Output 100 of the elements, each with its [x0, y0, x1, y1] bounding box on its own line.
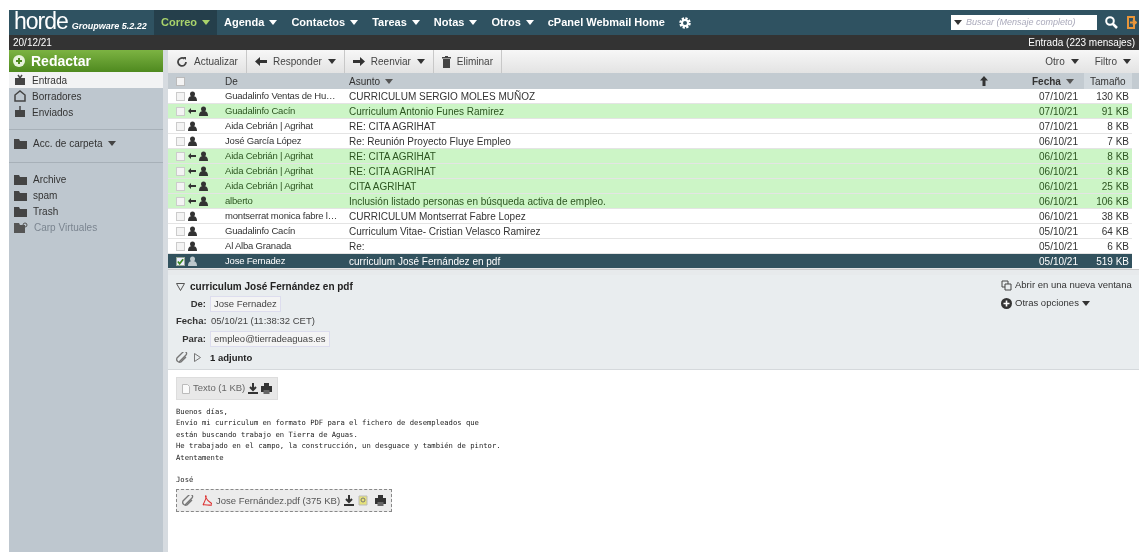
folder-actions-menu[interactable]: Acc. de carpeta: [9, 130, 163, 157]
date-cell-text: 07/10/21: [1038, 119, 1079, 134]
reply-arrow-icon: [188, 183, 196, 189]
message-row[interactable]: alberto Inclusión listado personas en búsqueda activa de empleo. 06/10/21 106 KB: [168, 194, 1132, 209]
attachment-bar: Jose Fernández.pdf (375 KB): [176, 489, 393, 513]
field-value: Jose Fernadez: [210, 296, 281, 313]
person-icon: [188, 241, 197, 251]
menu-tab[interactable]: Correo: [154, 10, 218, 35]
sender-cell-text: Jose Fernadez: [225, 253, 286, 268]
size-cell-text: 25 KB: [1100, 179, 1130, 194]
menu-tab[interactable]: Contactos: [284, 10, 366, 35]
reply-arrow-icon: [188, 153, 196, 159]
checkbox[interactable]: [176, 226, 185, 236]
checkbox[interactable]: [176, 136, 185, 146]
logout-icon: [1127, 16, 1137, 29]
message-row[interactable]: Guadalinfo Cacín Curriculum Vitae- Cristian Velasco Ramirez 05/10/21 64 KB: [168, 224, 1132, 239]
message-row[interactable]: Al Alba Granada Re: 05/10/21 6 KB: [168, 239, 1132, 254]
checkbox[interactable]: [176, 121, 185, 131]
mailbox-count: Entrada (223 mensajes): [1028, 36, 1135, 50]
folder-item[interactable]: Enviados: [9, 104, 163, 120]
checkbox[interactable]: [176, 181, 185, 191]
person-icon: [188, 256, 197, 266]
folder-item[interactable]: Archive: [9, 171, 163, 187]
menu-tab[interactable]: Tareas: [365, 10, 427, 35]
message-row[interactable]: Aida Cebrián | Agrihat RE: CITA AGRIHAT 06/10/21 8 KB: [168, 149, 1132, 164]
text-part-bar: Texto (1 KB): [176, 377, 279, 400]
dropdown-button[interactable]: Filtro: [1086, 50, 1139, 73]
date-cell-text: 06/10/21: [1038, 164, 1079, 179]
field-label: De:: [189, 297, 206, 311]
size-cell-text: 8 KB: [1106, 119, 1130, 134]
date-cell-text: 07/10/21: [1038, 89, 1079, 104]
outbox-icon: [14, 106, 26, 118]
message-row[interactable]: Aida Cebrián | Agrihat RE: CITA AGRIHAT 06/10/21 8 KB: [168, 164, 1132, 179]
field-value: empleo@tierradeaguas.es: [210, 330, 330, 347]
checkbox[interactable]: [176, 166, 185, 176]
person-icon: [199, 196, 208, 206]
folder-icon: [14, 205, 27, 217]
message-row[interactable]: Aida Cebrián | Agrihat RE: CITA AGRIHAT 07/10/21 8 KB: [168, 119, 1132, 134]
menu-tab[interactable]: Otros: [484, 10, 541, 35]
message-row[interactable]: Guadalinfo Ventas de Hu… CURRICULUM SERGIO MOLES MUÑOZ 07/10/21 130 KB: [168, 89, 1132, 104]
message-row[interactable]: Guadalinfo Cacín Curriculum Antonio Funes Ramirez 07/10/21 91 KB: [168, 104, 1132, 119]
checkbox[interactable]: [176, 256, 185, 266]
sender-cell-text: Al Alba Granada: [225, 238, 292, 253]
column-header[interactable]: De: [225, 73, 349, 89]
folder-item[interactable]: Entrada: [9, 72, 163, 88]
printer-icon: [261, 383, 273, 394]
subject-cell-text: CURRICULUM Montserrat Fabre Lopez: [349, 209, 527, 224]
checkbox[interactable]: [176, 196, 185, 206]
left-arrow-icon: [254, 57, 267, 66]
right-arrow-icon: [352, 57, 365, 66]
checkbox[interactable]: [176, 76, 185, 86]
menu-tab[interactable]: cPanel Webmail Home: [540, 10, 672, 35]
size-cell-text: 519 KB: [1095, 254, 1130, 269]
date-cell-text: 06/10/21: [1038, 209, 1079, 224]
checkbox[interactable]: [176, 91, 185, 101]
date-cell-text: 06/10/21: [1038, 194, 1079, 209]
version-label: Groupware 5.2.22: [71, 20, 147, 32]
subject-cell-text: Re:: [349, 239, 366, 254]
folder-icon: [14, 189, 27, 201]
open-window-link[interactable]: Abrir en una nueva ventana: [1001, 278, 1139, 293]
search-icon: [1105, 16, 1118, 29]
message-row[interactable]: Jose Fernadez curriculum José Fernández en pdf 05/10/21 519 KB: [168, 254, 1132, 269]
more-options-link[interactable]: Otras opciones: [1001, 296, 1139, 311]
column-header[interactable]: Asunto: [349, 73, 980, 89]
folder-item[interactable]: Borradores: [9, 88, 163, 104]
message-row[interactable]: Aida Cebrián | Agrihat CITA AGRIHAT 06/10/21 25 KB: [168, 179, 1132, 194]
field-value: 05/10/21 (11:38:32 CET): [210, 314, 316, 329]
subject-cell-text: Curriculum Antonio Funes Ramirez: [349, 104, 506, 119]
sender-cell-text: Aida Cebrián | Agrihat: [225, 148, 313, 163]
subject-cell-text: RE: CITA AGRIHAT: [349, 164, 437, 179]
person-icon: [199, 166, 208, 176]
caret-icon: [202, 20, 211, 25]
subject-cell-text: Re: Reunión Proyecto Fluye Empleo: [349, 134, 512, 149]
date-cell-text: 06/10/21: [1038, 179, 1079, 194]
search-field[interactable]: Buscar (Mensaje completo): [951, 15, 1097, 30]
menu-tab[interactable]: Agenda: [217, 10, 285, 35]
message-row[interactable]: montserrat monica fabre l… CURRICULUM Montserrat Fabre Lopez 06/10/21 38 KB: [168, 209, 1132, 224]
sender-cell-text: alberto: [225, 193, 253, 208]
size-cell-text: 64 KB: [1100, 224, 1130, 239]
caret-icon: [1123, 59, 1131, 64]
pdf-icon: [202, 495, 212, 507]
subject-cell-text: CITA AGRIHAT: [349, 179, 418, 194]
caret-icon: [350, 20, 359, 25]
checkbox[interactable]: [176, 241, 185, 251]
caret-icon: [411, 20, 420, 25]
up-arrow-icon: [980, 76, 988, 86]
column-header[interactable]: Fecha: [1032, 73, 1084, 89]
checkbox[interactable]: [176, 151, 185, 161]
size-cell-text: 8 KB: [1106, 149, 1130, 164]
folder-item[interactable]: spam: [9, 187, 163, 203]
column-header[interactable]: Tamaño: [1084, 73, 1132, 89]
subject-cell-text: Inclusión listado personas en búsqueda activa de empleo.: [349, 194, 607, 209]
sender-cell-text: Guadalinfo Cacín: [225, 223, 296, 238]
checkbox[interactable]: [176, 106, 185, 116]
message-row[interactable]: José García López Re: Reunión Proyecto Fluye Empleo 06/10/21 7 KB: [168, 134, 1132, 149]
menu-tab[interactable]: Notas: [426, 10, 485, 35]
checkbox[interactable]: [176, 211, 185, 221]
size-cell-text: 106 KB: [1095, 194, 1130, 209]
dropdown-button[interactable]: Otro: [1037, 50, 1087, 73]
folder-item[interactable]: Trash: [9, 203, 163, 219]
